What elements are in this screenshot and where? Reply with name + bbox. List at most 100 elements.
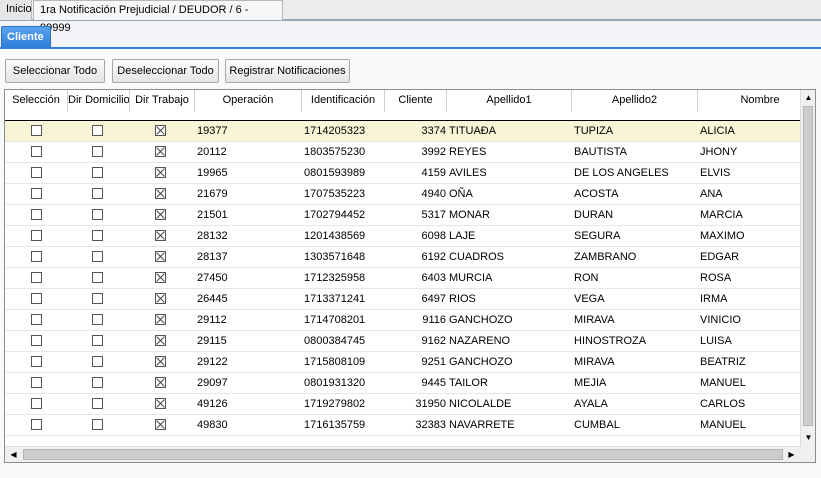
- table-row[interactable]: 29115 0800384745 9162 NAZARENO HINOSTROZA LUI…: [5, 331, 800, 352]
- cell-nombre: VINICIO: [700, 314, 741, 326]
- checkbox-seleccion[interactable]: [31, 335, 42, 346]
- column-header-identificacion[interactable]: Identificación: [302, 90, 385, 112]
- checkbox-dir-trabajo[interactable]: [155, 419, 166, 430]
- checkbox-dir-trabajo[interactable]: [155, 188, 166, 199]
- checkbox-seleccion[interactable]: [31, 398, 42, 409]
- checkbox-seleccion[interactable]: [31, 146, 42, 157]
- table-row[interactable]: 19377 1714205323 3374 TITUAÐA TUPIZA ALICIA: [5, 121, 800, 142]
- checkbox-dir-domicilio[interactable]: [92, 167, 103, 178]
- table-row[interactable]: 28132 1201438569 6098 LAJE SEGURA MAXIMO: [5, 226, 800, 247]
- cell-apellido1: GANCHOZO: [449, 314, 513, 326]
- cell-cliente: 9116: [422, 314, 446, 326]
- checkbox-dir-domicilio[interactable]: [92, 230, 103, 241]
- checkbox-seleccion[interactable]: [31, 167, 42, 178]
- cell-operacion: 20112: [197, 146, 227, 158]
- checkbox-dir-domicilio[interactable]: [92, 377, 103, 388]
- checkbox-dir-domicilio[interactable]: [92, 293, 103, 304]
- column-header-dir-domicilio[interactable]: Dir Domicilio: [68, 90, 130, 112]
- column-header-apellido1[interactable]: Apellido1: [447, 90, 572, 112]
- cell-nombre: ROSA: [700, 272, 732, 284]
- table-row[interactable]: 29122 1715808109 9251 GANCHOZO MIRAVA BEATRIZ: [5, 352, 800, 373]
- cell-operacion: 21501: [197, 209, 228, 221]
- checkbox-dir-trabajo[interactable]: [155, 356, 166, 367]
- table-row[interactable]: 21679 1707535223 4940 OÑA ACOSTA ANA: [5, 184, 800, 205]
- checkbox-dir-trabajo[interactable]: [155, 272, 166, 283]
- checkbox-dir-domicilio[interactable]: [92, 125, 103, 136]
- checkbox-dir-trabajo[interactable]: [155, 251, 166, 262]
- checkbox-seleccion[interactable]: [31, 377, 42, 388]
- column-header-nombre[interactable]: Nombre: [698, 90, 815, 112]
- checkbox-seleccion[interactable]: [31, 356, 42, 367]
- checkbox-dir-trabajo[interactable]: [155, 314, 166, 325]
- checkbox-seleccion[interactable]: [31, 188, 42, 199]
- checkbox-seleccion[interactable]: [31, 419, 42, 430]
- checkbox-seleccion[interactable]: [31, 125, 42, 136]
- cell-operacion: 28132: [197, 230, 228, 242]
- register-notifications-button[interactable]: Registrar Notificaciones: [225, 59, 350, 83]
- arrow-up-icon[interactable]: ▲: [801, 90, 815, 105]
- table-row[interactable]: 49830 1716135759 32383 NAVARRETE CUMBAL MANUE…: [5, 415, 800, 436]
- table-row[interactable]: 21501 1702794452 5317 MONAR DURAN MARCIA: [5, 205, 800, 226]
- cell-apellido2: RON: [574, 272, 599, 284]
- vertical-scrollbar[interactable]: ▲ ▼: [800, 90, 815, 446]
- table-row[interactable]: 29112 1714708201 9116 GANCHOZO MIRAVA VINICIO: [5, 310, 800, 331]
- checkbox-dir-domicilio[interactable]: [92, 209, 103, 220]
- arrow-right-icon[interactable]: ▶: [784, 447, 799, 462]
- cell-identificacion: 1713371241: [304, 293, 366, 305]
- checkbox-dir-domicilio[interactable]: [92, 272, 103, 283]
- checkbox-dir-trabajo[interactable]: [155, 398, 166, 409]
- column-header-seleccion[interactable]: Selección: [5, 90, 68, 112]
- checkbox-seleccion[interactable]: [31, 293, 42, 304]
- checkbox-dir-domicilio[interactable]: [92, 335, 103, 346]
- checkbox-dir-trabajo[interactable]: [155, 146, 166, 157]
- checkbox-dir-domicilio[interactable]: [92, 146, 103, 157]
- checkbox-dir-domicilio[interactable]: [92, 314, 103, 325]
- checkbox-seleccion[interactable]: [31, 209, 42, 220]
- tab-inicio[interactable]: Inicio: [0, 0, 32, 20]
- checkbox-dir-domicilio[interactable]: [92, 419, 103, 430]
- cell-apellido2: ACOSTA: [574, 188, 619, 200]
- table-row[interactable]: 29097 0801931320 9445 TAILOR MEJIA MANUEL: [5, 373, 800, 394]
- column-header-cliente[interactable]: Cliente: [385, 90, 447, 112]
- cell-identificacion: 0800384745: [304, 335, 366, 347]
- table-row[interactable]: 49126 1719279802 31950 NICOLALDE AYALA CARLOS: [5, 394, 800, 415]
- arrow-left-icon[interactable]: ◀: [6, 447, 21, 462]
- horizontal-scrollbar[interactable]: ◀ ▶: [5, 446, 800, 462]
- cell-operacion: 26445: [197, 293, 228, 305]
- checkbox-dir-trabajo[interactable]: [155, 377, 166, 388]
- select-all-button[interactable]: Seleccionar Todo: [5, 59, 105, 83]
- cell-nombre: CARLOS: [700, 398, 746, 410]
- checkbox-seleccion[interactable]: [31, 251, 42, 262]
- column-header-operacion[interactable]: Operación: [195, 90, 302, 112]
- table-row[interactable]: 28137 1303571648 6192 CUADROS ZAMBRANO EDGAR: [5, 247, 800, 268]
- checkbox-dir-domicilio[interactable]: [92, 188, 103, 199]
- checkbox-dir-trabajo[interactable]: [155, 125, 166, 136]
- checkbox-dir-trabajo[interactable]: [155, 209, 166, 220]
- cell-nombre: LUISA: [700, 335, 732, 347]
- checkbox-dir-trabajo[interactable]: [155, 167, 166, 178]
- checkbox-dir-domicilio[interactable]: [92, 398, 103, 409]
- checkbox-seleccion[interactable]: [31, 314, 42, 325]
- table-row[interactable]: 26445 1713371241 6497 RIOS VEGA IRMA: [5, 289, 800, 310]
- column-header-apellido2[interactable]: Apellido2: [572, 90, 698, 112]
- subtab-cliente[interactable]: Cliente: [1, 26, 51, 48]
- column-header-dir-trabajo[interactable]: Dir Trabajo: [130, 90, 195, 112]
- cell-apellido2: SEGURA: [574, 230, 621, 242]
- arrow-down-icon[interactable]: ▼: [801, 430, 815, 445]
- vertical-scroll-thumb[interactable]: [803, 106, 813, 426]
- table-row[interactable]: 19965 0801593989 4159 AVILES DE LOS ANGELES E…: [5, 163, 800, 184]
- cell-operacion: 19965: [197, 167, 228, 179]
- horizontal-scroll-thumb[interactable]: [23, 449, 783, 460]
- checkbox-seleccion[interactable]: [31, 230, 42, 241]
- checkbox-dir-domicilio[interactable]: [92, 356, 103, 367]
- table-row[interactable]: 27450 1712325958 6403 MURCIA RON ROSA: [5, 268, 800, 289]
- checkbox-dir-trabajo[interactable]: [155, 335, 166, 346]
- table-row[interactable]: 20112 1803575230 3992 REYES BAUTISTA JHONY: [5, 142, 800, 163]
- checkbox-dir-domicilio[interactable]: [92, 251, 103, 262]
- cell-nombre: ALICIA: [700, 125, 735, 137]
- tab-notificacion-prejudicial[interactable]: 1ra Notificación Prejudicial / DEUDOR / …: [33, 0, 283, 34]
- deselect-all-button[interactable]: Deseleccionar Todo: [112, 59, 219, 83]
- checkbox-dir-trabajo[interactable]: [155, 230, 166, 241]
- checkbox-seleccion[interactable]: [31, 272, 42, 283]
- checkbox-dir-trabajo[interactable]: [155, 293, 166, 304]
